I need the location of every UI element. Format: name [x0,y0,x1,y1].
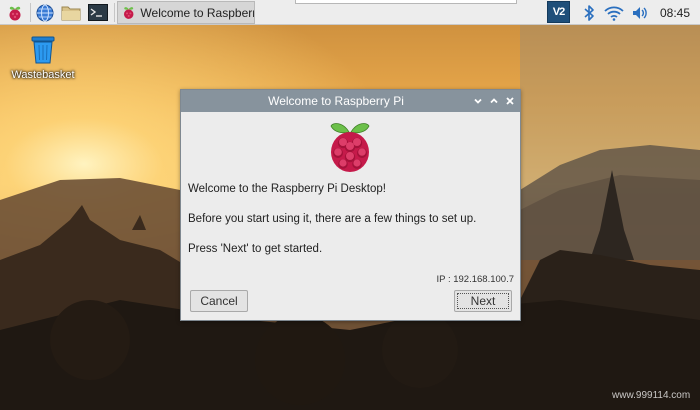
chevron-down-icon [474,98,482,104]
volume-button[interactable] [629,2,651,23]
clock[interactable]: 08:45 [660,6,690,20]
dialog-body: Welcome to the Raspberry Pi Desktop! Bef… [181,112,520,320]
ip-address: IP : 192.168.100.7 [436,274,514,285]
bluetooth-button[interactable] [578,2,600,23]
prompt-line: Press 'Next' to get started. [188,243,323,255]
taskbar: Welcome to Raspberr... V2 08:45 [0,0,700,25]
taskbar-window-title: Welcome to Raspberr... [140,5,254,20]
instructions-line: Before you start using it, there are a f… [188,213,477,225]
raspberry-icon [123,7,134,19]
next-label: Next [470,294,496,308]
wifi-button[interactable] [603,2,625,23]
close-button[interactable] [502,93,518,109]
terminal-button[interactable] [87,2,109,23]
raspberry-pi-logo [330,123,370,172]
minimize-button[interactable] [470,93,486,109]
file-manager-button[interactable] [60,2,82,23]
welcome-dialog: Welcome to Raspberry Pi Welcome to the R… [180,89,521,321]
cancel-button[interactable]: Cancel [190,290,248,312]
welcome-line: Welcome to the Raspberry Pi Desktop! [188,183,386,195]
terminal-icon [88,4,108,21]
maximize-button[interactable] [486,93,502,109]
globe-icon [36,4,54,21]
cancel-label: Cancel [200,294,238,308]
wifi-icon [604,6,624,21]
raspberry-icon [9,6,21,20]
taskbar-empty-slot [295,0,517,4]
trash-icon [31,36,55,64]
bluetooth-icon [584,4,594,21]
wastebasket-label: Wastebasket [11,69,75,81]
volume-icon [633,6,647,19]
wastebasket-desktop-icon[interactable]: Wastebasket [8,34,78,81]
dialog-title: Welcome to Raspberry Pi [268,94,404,108]
raspberry-menu-button[interactable] [4,2,26,23]
web-browser-button[interactable] [34,2,56,23]
chevron-up-icon [490,98,498,104]
taskbar-separator [114,3,115,22]
vnc-label: V2 [552,6,566,18]
taskbar-window-button[interactable]: Welcome to Raspberr... [117,1,255,24]
watermark: www.999114.com [611,390,690,401]
next-button[interactable]: Next [454,290,512,312]
folder-icon [61,6,81,21]
close-icon [506,97,514,105]
dialog-titlebar[interactable]: Welcome to Raspberry Pi [181,90,520,112]
vnc-server-icon[interactable]: V2 [547,1,570,23]
taskbar-separator [30,3,31,22]
